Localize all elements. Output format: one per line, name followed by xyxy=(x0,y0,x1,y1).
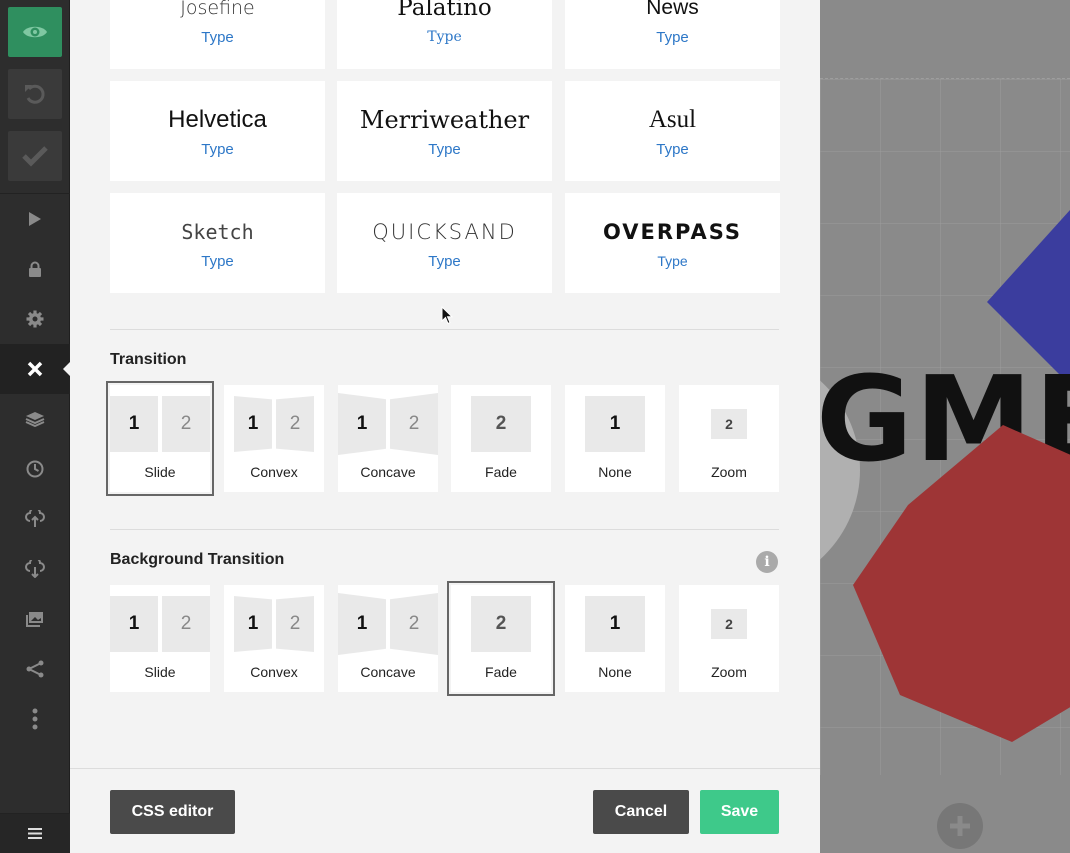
publish-button[interactable] xyxy=(8,131,62,181)
main-menu-button[interactable] xyxy=(0,813,70,853)
layers-icon xyxy=(25,412,45,427)
share-icon xyxy=(26,660,44,678)
font-type-link[interactable]: Type xyxy=(201,141,234,158)
transition-option-concave[interactable]: 1 2 Concave xyxy=(338,385,438,492)
preview-button[interactable] xyxy=(8,7,62,57)
background-transition-title: Background Transition xyxy=(110,551,285,568)
font-option-josefine[interactable]: Josefine Type xyxy=(110,0,325,69)
font-type-link[interactable]: Type xyxy=(657,253,687,269)
present-button[interactable] xyxy=(0,194,70,244)
slide-canvas[interactable]: GME xyxy=(820,0,1070,853)
bg-transition-option-zoom[interactable]: 2 Zoom xyxy=(679,585,779,692)
transition-label: Zoom xyxy=(711,464,747,480)
font-name: Sketch xyxy=(181,219,254,244)
font-name: Asul xyxy=(648,105,697,133)
font-name: Merriweather xyxy=(359,105,530,134)
plus-icon xyxy=(950,816,970,836)
transition-label: Convex xyxy=(250,664,298,680)
font-option-asul[interactable]: Asul Type xyxy=(565,81,780,181)
cancel-button[interactable]: Cancel xyxy=(593,790,689,834)
lock-button[interactable] xyxy=(0,244,70,294)
share-button[interactable] xyxy=(0,644,70,694)
image-icon xyxy=(26,612,43,627)
cloud-upload-icon xyxy=(25,510,45,527)
red-octagon-shape xyxy=(853,425,1070,742)
font-option-helvetica[interactable]: Helvetica Type xyxy=(110,81,325,181)
history-button[interactable] xyxy=(0,444,70,494)
transition-label: Zoom xyxy=(711,664,747,680)
bg-transition-option-concave[interactable]: 1 2 Concave xyxy=(338,585,438,692)
transition-label: None xyxy=(598,664,632,680)
bg-transition-option-convex[interactable]: 1 2 Convex xyxy=(224,585,324,692)
save-button[interactable]: Save xyxy=(700,790,779,834)
close-icon xyxy=(27,361,43,377)
font-name: News xyxy=(646,0,699,19)
css-editor-button[interactable]: CSS editor xyxy=(110,790,235,834)
font-type-link[interactable]: Type xyxy=(201,29,234,46)
transition-label: Convex xyxy=(250,464,298,480)
hamburger-icon xyxy=(28,828,42,839)
font-type-link[interactable]: Type xyxy=(201,253,234,270)
settings-button[interactable] xyxy=(0,294,70,344)
layers-button[interactable] xyxy=(0,394,70,444)
font-type-link[interactable]: Type xyxy=(427,29,462,45)
left-toolbar xyxy=(0,0,70,853)
transition-label: Concave xyxy=(360,464,416,480)
download-button[interactable] xyxy=(0,544,70,594)
transition-label: Slide xyxy=(144,664,176,680)
undo-icon xyxy=(25,84,45,104)
transition-label: None xyxy=(598,464,632,480)
font-option-overpass[interactable]: OVERPASS Type xyxy=(565,193,780,293)
undo-button[interactable] xyxy=(8,69,62,119)
add-slide-button[interactable] xyxy=(937,803,983,849)
play-icon xyxy=(29,212,41,226)
close-settings-button[interactable] xyxy=(0,344,70,394)
panel-footer: CSS editor Cancel Save xyxy=(70,768,820,853)
transition-title: Transition xyxy=(110,351,187,368)
font-name: Josefine xyxy=(180,0,255,19)
font-option-news[interactable]: News Type xyxy=(565,0,780,69)
cloud-download-icon xyxy=(25,560,45,578)
transition-option-convex[interactable]: 1 2 Convex xyxy=(224,385,324,492)
settings-panel: Josefine Type Palatino Type News Type He… xyxy=(70,0,820,853)
transition-label: Fade xyxy=(485,464,517,480)
mouse-cursor-icon xyxy=(441,306,453,325)
transition-label: Concave xyxy=(360,664,416,680)
transition-label: Slide xyxy=(144,464,176,480)
font-name: Helvetica xyxy=(168,105,267,133)
media-button[interactable] xyxy=(0,594,70,644)
more-vertical-icon xyxy=(32,708,38,730)
transition-option-zoom[interactable]: 2 Zoom xyxy=(679,385,779,492)
bg-transition-option-none[interactable]: 1 None xyxy=(565,585,665,692)
section-divider xyxy=(110,329,779,330)
more-button[interactable] xyxy=(0,694,70,744)
transition-label: Fade xyxy=(485,664,517,680)
font-name: OVERPASS xyxy=(602,220,743,244)
eye-icon xyxy=(23,26,47,38)
checkmark-icon xyxy=(22,146,48,167)
gear-icon xyxy=(26,310,44,328)
font-type-link[interactable]: Type xyxy=(428,253,461,270)
font-name: QUICKSAND xyxy=(372,219,517,244)
upload-button[interactable] xyxy=(0,494,70,544)
font-name: Palatino xyxy=(397,0,492,21)
transition-option-fade[interactable]: 2 Fade xyxy=(451,385,551,492)
lock-icon xyxy=(29,261,41,277)
font-type-link[interactable]: Type xyxy=(656,141,689,158)
font-type-link[interactable]: Type xyxy=(428,141,461,158)
font-option-palatino[interactable]: Palatino Type xyxy=(337,0,552,69)
bg-transition-option-fade[interactable]: 2 Fade xyxy=(447,581,555,696)
clock-icon xyxy=(26,460,44,478)
slide-shapes-front xyxy=(853,425,1070,742)
transition-option-none[interactable]: 1 None xyxy=(565,385,665,492)
font-type-link[interactable]: Type xyxy=(656,29,689,46)
transition-option-slide[interactable]: 1 2 Slide xyxy=(106,381,214,496)
font-option-merriweather[interactable]: Merriweather Type xyxy=(337,81,552,181)
info-icon[interactable]: i xyxy=(756,551,778,573)
bg-transition-option-slide[interactable]: 1 2 Slide xyxy=(110,585,210,692)
font-option-sketch[interactable]: Sketch Type xyxy=(110,193,325,293)
section-divider xyxy=(110,529,779,530)
font-option-quicksand[interactable]: QUICKSAND Type xyxy=(337,193,552,293)
